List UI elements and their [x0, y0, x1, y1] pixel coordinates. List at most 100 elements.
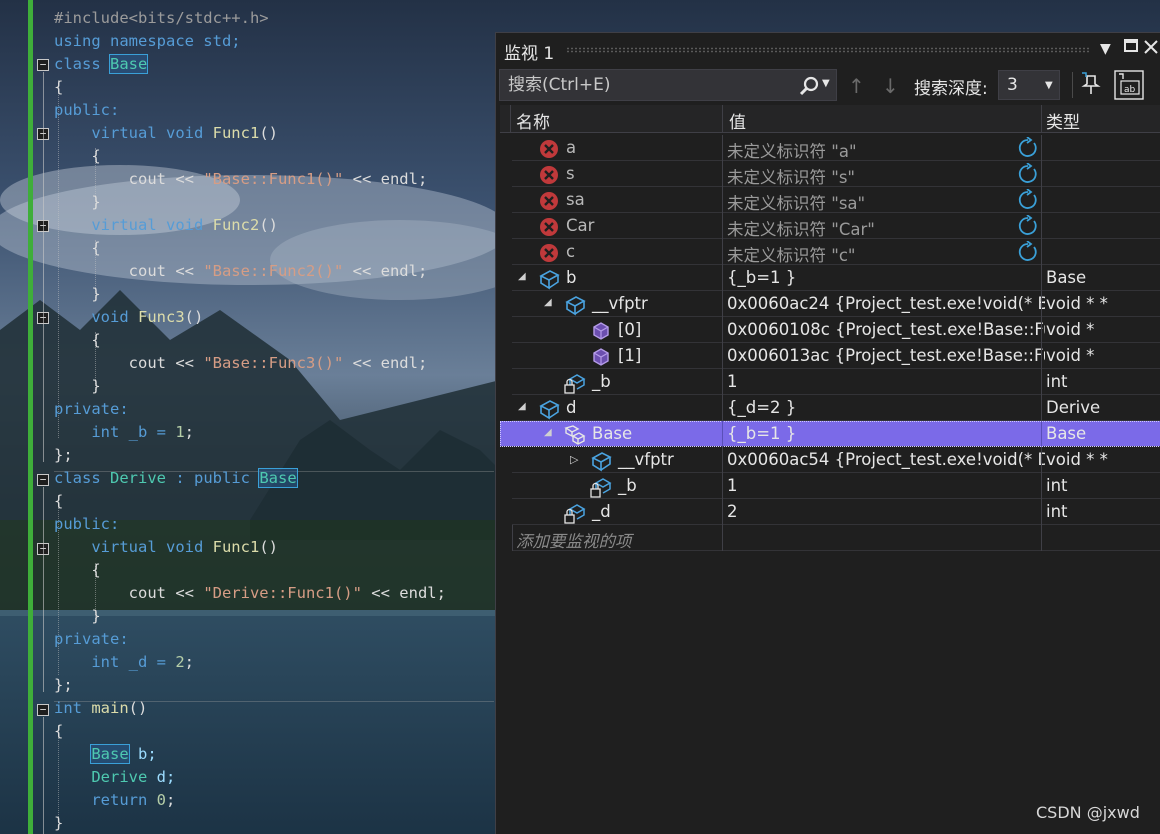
watch-row[interactable]: c 未定义标识符 "c" — [512, 239, 1160, 265]
watch-name[interactable]: s — [566, 164, 575, 183]
watch-value[interactable]: 未定义标识符 "a" — [727, 138, 1045, 162]
code-line: int _b = 1; — [54, 423, 195, 441]
code-line: { — [54, 239, 101, 257]
window-position-dropdown-icon[interactable]: ▼ — [1100, 41, 1111, 57]
drag-grip[interactable] — [566, 47, 1091, 53]
close-icon[interactable] — [1144, 40, 1158, 54]
search-icon[interactable] — [798, 75, 820, 97]
watch-name[interactable]: Car — [566, 216, 594, 235]
watch-row[interactable]: ◢ b {_b=1 } Base — [512, 265, 1160, 291]
watch-value[interactable]: {_b=1 } — [727, 424, 1045, 443]
error-icon — [540, 244, 558, 262]
watch-window[interactable]: 监视 1 ▼ ▼ ↑ ↓ 搜索深度: 3 ▼ — [495, 32, 1160, 834]
watch-name[interactable]: Base — [592, 424, 632, 443]
expand-arrow-icon[interactable]: ▷ — [570, 453, 578, 466]
code-line: { — [54, 78, 64, 96]
watch-row[interactable]: s 未定义标识符 "s" — [512, 161, 1160, 187]
code-line: { — [54, 492, 64, 510]
column-header-type[interactable]: 类型 — [1046, 108, 1080, 133]
code-line: #include<bits/stdc++.h> — [54, 9, 269, 27]
watch-row[interactable]: [0] 0x0060108c {Project_test.exe!Base::F… — [512, 317, 1160, 343]
watch-row[interactable]: [1] 0x006013ac {Project_test.exe!Base::F… — [512, 343, 1160, 369]
collapse-arrow-icon[interactable]: ◢ — [544, 427, 552, 438]
watch-name[interactable]: b — [566, 268, 576, 287]
watch-row[interactable]: _b 1 int — [512, 369, 1160, 395]
collapse-arrow-icon[interactable]: ◢ — [518, 271, 526, 282]
pin-icon[interactable] — [1081, 72, 1103, 96]
watch-type: void * * — [1046, 294, 1108, 313]
code-line: } — [54, 377, 101, 395]
watch-grid[interactable]: 名称 值 类型 a 未定义标识符 "a" s 未定义标识符 "s" sa 未定义… — [500, 105, 1160, 834]
private-field-lock-icon — [590, 478, 612, 498]
add-watch-row[interactable]: 添加要监视的项 — [512, 525, 1160, 551]
watch-type: int — [1046, 476, 1068, 495]
watch-row[interactable]: a 未定义标识符 "a" — [512, 135, 1160, 161]
code-line: int main() — [54, 699, 148, 717]
watch-value[interactable]: 0x0060ac54 {Project_test.exe!void(* D... — [727, 450, 1045, 469]
watch-titlebar[interactable]: 监视 1 ▼ — [496, 33, 1160, 66]
search-input[interactable] — [508, 70, 788, 100]
refresh-icon[interactable] — [1017, 215, 1039, 237]
search-previous-arrow-icon[interactable]: ↑ — [848, 74, 865, 98]
watch-row[interactable]: sa 未定义标识符 "sa" — [512, 187, 1160, 213]
add-watch-placeholder[interactable]: 添加要监视的项 — [516, 528, 632, 552]
watch-value[interactable]: 0x0060108c {Project_test.exe!Base::Fu... — [727, 320, 1045, 339]
fold-toggle-icon[interactable]: − — [37, 59, 49, 71]
collapse-arrow-icon[interactable]: ◢ — [518, 401, 526, 412]
watch-name[interactable]: _d — [592, 502, 611, 521]
value-format-icon[interactable]: ab — [1114, 70, 1144, 100]
code-line: void Func3() — [54, 308, 204, 326]
watch-value[interactable]: {_d=2 } — [727, 398, 1045, 417]
watch-row[interactable]: ◢ __vfptr 0x0060ac24 {Project_test.exe!v… — [512, 291, 1160, 317]
watch-value[interactable]: 1 — [727, 476, 1045, 495]
watch-value[interactable]: 未定义标识符 "c" — [727, 242, 1045, 266]
watch-value[interactable]: 0x0060ac24 {Project_test.exe!void(* Ba..… — [727, 294, 1045, 313]
fold-range-line — [43, 487, 44, 692]
watch-row[interactable]: Car 未定义标识符 "Car" — [512, 213, 1160, 239]
maximize-icon[interactable] — [1124, 39, 1138, 52]
column-divider[interactable] — [722, 105, 723, 133]
watch-name[interactable]: _b — [618, 476, 637, 495]
watch-row[interactable]: ◢ d {_d=2 } Derive — [512, 395, 1160, 421]
watch-name[interactable]: c — [566, 242, 575, 261]
column-header-value[interactable]: 值 — [729, 108, 746, 133]
watch-name[interactable]: a — [566, 138, 576, 157]
watch-row[interactable]: _b 1 int — [512, 473, 1160, 499]
watch-value[interactable]: 2 — [727, 502, 1045, 521]
fold-toggle-icon[interactable]: − — [37, 474, 49, 486]
fold-toggle-icon[interactable]: − — [37, 704, 49, 716]
watch-row[interactable]: _d 2 int — [512, 499, 1160, 525]
watch-value[interactable]: 0x006013ac {Project_test.exe!Base::Fu... — [727, 346, 1045, 365]
code-editor[interactable]: − − − − − − − #include<bits/stdc++.h> us… — [0, 0, 500, 834]
watch-name[interactable]: [1] — [618, 346, 641, 365]
search-depth-select[interactable]: 3 ▼ — [998, 70, 1060, 100]
watch-name[interactable]: __vfptr — [592, 294, 648, 313]
code-line: { — [54, 331, 101, 349]
watch-row[interactable]: ▷ __vfptr 0x0060ac54 {Project_test.exe!v… — [512, 447, 1160, 473]
code-line: public: — [54, 101, 120, 119]
watch-value[interactable]: {_b=1 } — [727, 268, 1045, 287]
watch-value[interactable]: 1 — [727, 372, 1045, 391]
refresh-icon[interactable] — [1017, 189, 1039, 211]
column-header-name[interactable]: 名称 — [516, 108, 550, 133]
watch-name[interactable]: [0] — [618, 320, 641, 339]
collapse-arrow-icon[interactable]: ◢ — [544, 297, 552, 308]
watch-value[interactable]: 未定义标识符 "s" — [727, 164, 1045, 188]
watch-name[interactable]: sa — [566, 190, 585, 209]
fold-range-line — [43, 72, 44, 462]
watch-value[interactable]: 未定义标识符 "sa" — [727, 190, 1045, 214]
search-box[interactable]: ▼ — [499, 69, 837, 101]
watch-value[interactable]: 未定义标识符 "Car" — [727, 216, 1045, 240]
search-options-dropdown-icon[interactable]: ▼ — [822, 78, 830, 89]
refresh-icon[interactable] — [1017, 137, 1039, 159]
code-line: class Base — [54, 54, 149, 74]
search-next-arrow-icon[interactable]: ↓ — [882, 74, 899, 98]
watch-name[interactable]: __vfptr — [618, 450, 674, 469]
refresh-icon[interactable] — [1017, 163, 1039, 185]
watch-name[interactable]: d — [566, 398, 576, 417]
refresh-icon[interactable] — [1017, 241, 1039, 263]
column-divider[interactable] — [1041, 105, 1042, 133]
watch-row-selected[interactable]: ◢ Base {_b=1 } Base — [500, 421, 1160, 447]
watch-type: int — [1046, 502, 1068, 521]
watch-name[interactable]: _b — [592, 372, 611, 391]
